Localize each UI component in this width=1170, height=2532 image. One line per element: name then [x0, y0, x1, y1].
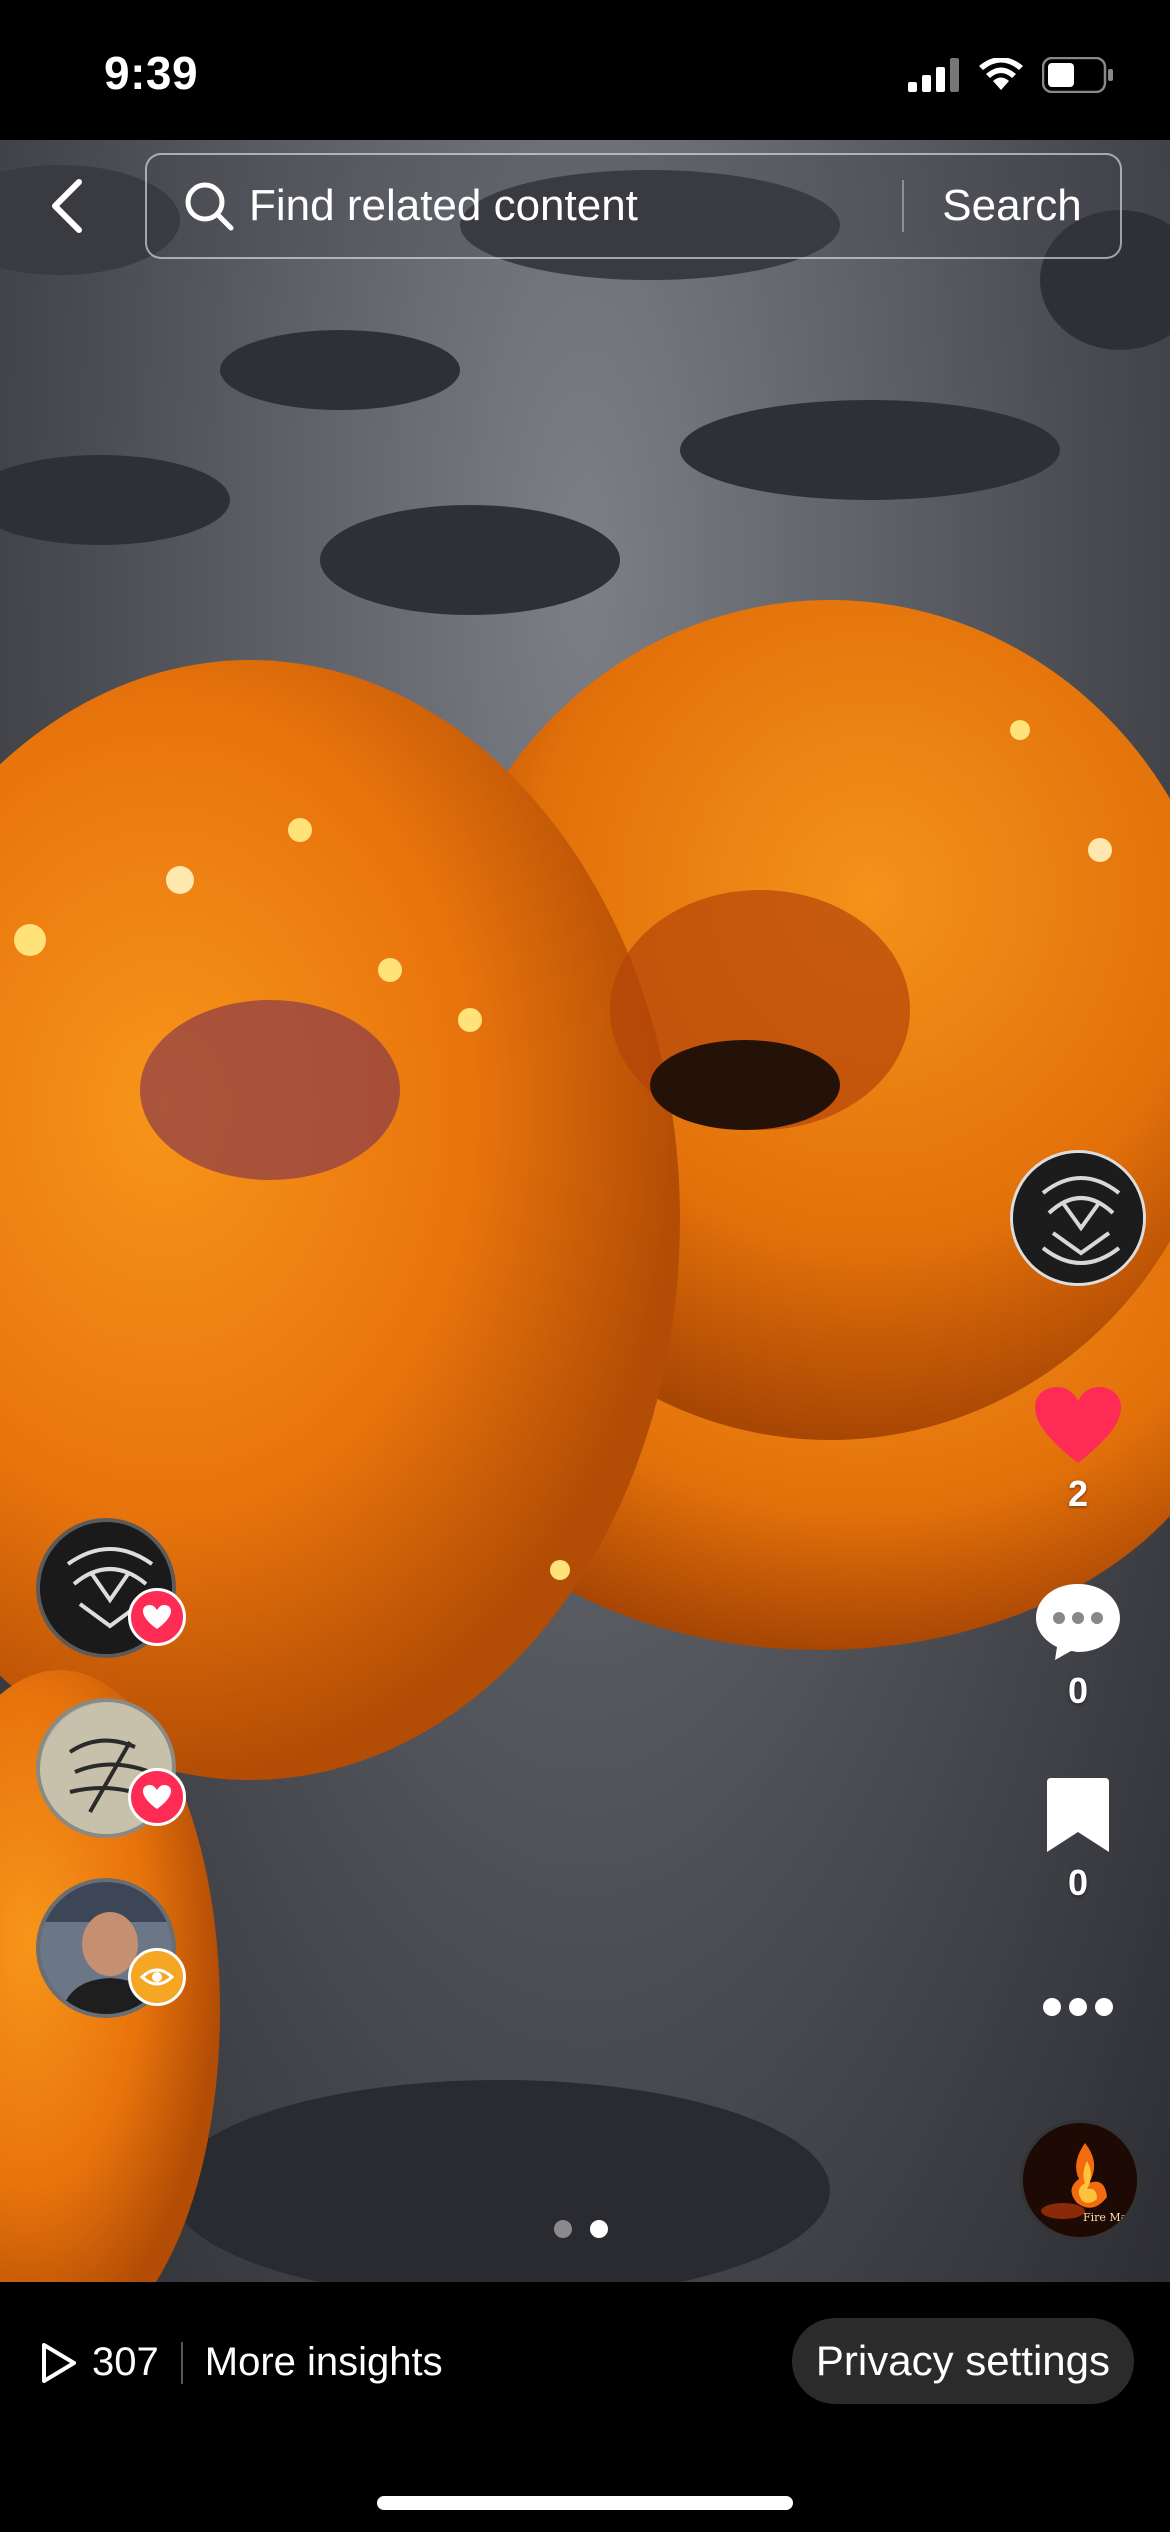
battery-icon: [1042, 57, 1113, 93]
heart-icon: [143, 1605, 171, 1629]
eye-icon: [140, 1968, 174, 1986]
more-options-button[interactable]: [1028, 1995, 1128, 2019]
heart-icon: [1035, 1387, 1121, 1463]
comment-count: 0: [1067, 1670, 1089, 1711]
comment-icon: [1036, 1584, 1120, 1660]
home-indicator[interactable]: [377, 2496, 793, 2510]
play-icon: [42, 2342, 76, 2383]
views-insights[interactable]: 307 More insights: [40, 2340, 443, 2385]
status-time: 9:39: [104, 47, 199, 99]
views-count: 307: [92, 2340, 159, 2384]
search-input[interactable]: Find related content: [249, 181, 902, 231]
chevron-left-icon: [52, 179, 82, 233]
bottom-bar: 307 More insights Privacy settings: [0, 2282, 1170, 2532]
page-dot[interactable]: [554, 2220, 572, 2238]
status-bar: 9:39: [0, 0, 1170, 140]
back-button[interactable]: [36, 170, 98, 242]
heart-badge: [128, 1588, 186, 1646]
page-indicator: [554, 2220, 608, 2238]
status-icons: [908, 52, 1114, 98]
search-button[interactable]: Search: [904, 181, 1120, 231]
like-count: 2: [1067, 1473, 1089, 1514]
more-insights-link[interactable]: More insights: [205, 2340, 443, 2385]
search-icon: [181, 178, 237, 234]
like-button[interactable]: 2: [1028, 1385, 1128, 1515]
search-bar[interactable]: Find related content Search: [145, 153, 1122, 259]
page-dot-active[interactable]: [590, 2220, 608, 2238]
more-dots-icon: [1043, 1998, 1113, 2016]
creator-avatar[interactable]: [1010, 1150, 1146, 1286]
comment-button[interactable]: 0: [1028, 1580, 1128, 1712]
divider: [180, 2341, 183, 2384]
bookmark-icon: [1047, 1778, 1109, 1852]
privacy-settings-button[interactable]: Privacy settings: [791, 2318, 1134, 2404]
eye-badge: [128, 1948, 186, 2006]
signal-icon: [908, 58, 959, 92]
save-count: 0: [1067, 1862, 1089, 1903]
music-disc[interactable]: Fire Maya Sar: [1020, 2120, 1140, 2240]
save-button[interactable]: 0: [1028, 1776, 1128, 1904]
heart-badge: [128, 1768, 186, 1826]
wifi-icon: [979, 58, 1023, 90]
heart-icon: [143, 1785, 171, 1809]
